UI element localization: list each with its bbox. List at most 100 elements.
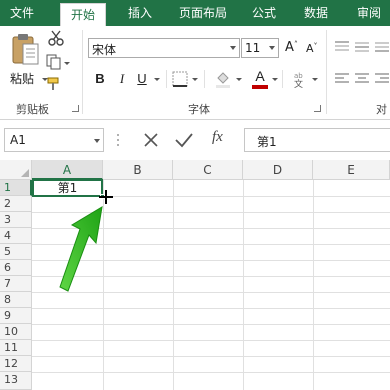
row-header-label: 10 xyxy=(4,325,18,338)
row-header-2[interactable]: 2 xyxy=(0,196,32,212)
chevron-down-icon xyxy=(94,139,100,143)
arrow-icon xyxy=(59,206,103,292)
grow-font-button[interactable]: A˄ xyxy=(285,40,301,58)
row-header-label: 3 xyxy=(4,213,11,226)
row-header-3[interactable]: 3 xyxy=(0,212,32,228)
column-header-label: D xyxy=(272,163,283,177)
tab-file[interactable]: 文件 xyxy=(0,0,44,26)
font-color-swatch xyxy=(252,85,268,89)
bold-icon: B xyxy=(95,71,105,86)
align-bottom-icon[interactable] xyxy=(374,40,390,54)
tab-formulas[interactable]: 公式 xyxy=(244,0,284,26)
column-header-d[interactable]: D xyxy=(243,160,313,180)
font-color-dropdown-icon[interactable] xyxy=(272,78,278,81)
row-header-11[interactable]: 11 xyxy=(0,340,32,356)
phonetic-icon[interactable]: ab 文 xyxy=(292,70,310,88)
gridline xyxy=(32,356,390,357)
column-header-label: A xyxy=(62,163,72,177)
more-options-icon[interactable] xyxy=(116,132,120,148)
divider xyxy=(204,70,205,88)
column-header-a[interactable]: A xyxy=(32,160,103,180)
row-header-label: 6 xyxy=(4,261,11,274)
chevron-down-icon xyxy=(230,46,236,50)
row-header-label: 1 xyxy=(4,181,11,194)
chevron-down-icon xyxy=(269,46,275,50)
font-color-button[interactable]: A xyxy=(252,68,268,90)
row-header-label: 4 xyxy=(4,229,11,242)
paste-label: 粘贴 xyxy=(10,72,35,86)
column-header-label: E xyxy=(347,163,355,177)
row-header-5[interactable]: 5 xyxy=(0,244,32,260)
enter-check-icon[interactable] xyxy=(174,131,194,149)
borders-dropdown-icon[interactable] xyxy=(192,78,198,81)
align-right-icon[interactable] xyxy=(374,72,390,86)
tab-home-label: 开始 xyxy=(70,8,95,22)
row-header-label: 2 xyxy=(4,197,11,210)
row-header-8[interactable]: 8 xyxy=(0,292,32,308)
format-painter-icon[interactable] xyxy=(46,76,62,92)
name-box[interactable]: A1 xyxy=(4,128,104,152)
tab-page-layout[interactable]: 页面布局 xyxy=(172,0,234,26)
svg-text:ab: ab xyxy=(294,72,303,80)
underline-button[interactable]: U xyxy=(134,70,150,88)
tab-data[interactable]: 数据 xyxy=(296,0,336,26)
paste-button[interactable]: 粘贴 xyxy=(8,32,48,92)
cell-a1-value: 第1 xyxy=(57,181,78,195)
tab-insert[interactable]: 插入 xyxy=(120,0,160,26)
formula-input[interactable]: 第1 xyxy=(244,128,390,152)
cancel-icon[interactable] xyxy=(142,131,160,149)
fill-color-icon[interactable] xyxy=(214,70,232,88)
font-color-icon: A xyxy=(255,68,265,84)
cut-icon[interactable] xyxy=(48,30,64,46)
tab-formulas-label: 公式 xyxy=(251,6,276,20)
row-header-10[interactable]: 10 xyxy=(0,324,32,340)
borders-icon[interactable] xyxy=(172,71,188,87)
copy-icon[interactable] xyxy=(46,54,62,70)
font-size-value: 11 xyxy=(245,41,261,55)
tab-file-label: 文件 xyxy=(9,6,34,20)
column-header-e[interactable]: E xyxy=(313,160,390,180)
underline-icon: U xyxy=(137,71,147,86)
clipboard-group-label: 剪贴板 xyxy=(16,103,49,116)
font-size-select[interactable]: 11 xyxy=(241,38,279,58)
tab-review[interactable]: 审阅 xyxy=(348,0,390,26)
tab-data-label: 数据 xyxy=(303,6,328,20)
column-header-c[interactable]: C xyxy=(173,160,243,180)
row-header-12[interactable]: 12 xyxy=(0,356,32,372)
font-name-select[interactable]: 宋体 xyxy=(88,38,240,58)
paste-icon xyxy=(12,34,39,65)
tab-review-label: 审阅 xyxy=(356,6,381,20)
insert-function-button[interactable]: fx xyxy=(212,129,223,146)
clipboard-dialog-launcher[interactable] xyxy=(72,105,79,112)
row-header-9[interactable]: 9 xyxy=(0,308,32,324)
phonetic-dropdown-icon[interactable] xyxy=(312,78,318,81)
row-header-6[interactable]: 6 xyxy=(0,260,32,276)
align-left-icon[interactable] xyxy=(334,72,350,86)
group-separator xyxy=(326,30,327,114)
name-box-value: A1 xyxy=(10,133,26,147)
bold-button[interactable]: B xyxy=(92,70,108,88)
font-dialog-launcher[interactable] xyxy=(314,105,321,112)
align-middle-icon[interactable] xyxy=(354,40,370,54)
tab-page-layout-label: 页面布局 xyxy=(178,6,227,20)
tab-home[interactable]: 开始 xyxy=(60,3,106,28)
underline-dropdown-icon[interactable] xyxy=(154,78,160,81)
align-center-icon[interactable] xyxy=(354,72,370,86)
italic-button[interactable]: I xyxy=(114,70,130,88)
row-header-7[interactable]: 7 xyxy=(0,276,32,292)
align-top-icon[interactable] xyxy=(334,40,350,54)
fx-icon: fx xyxy=(212,129,223,145)
row-header-label: 7 xyxy=(4,277,11,290)
row-header-4[interactable]: 4 xyxy=(0,228,32,244)
column-header-b[interactable]: B xyxy=(103,160,173,180)
copy-dropdown-icon[interactable] xyxy=(64,62,70,65)
row-header-1[interactable]: 1 xyxy=(0,180,32,196)
row-header-label: 11 xyxy=(4,341,18,354)
group-separator xyxy=(82,30,83,114)
row-header-13[interactable]: 13 xyxy=(0,372,32,390)
cell-a1[interactable]: 第1 xyxy=(32,179,103,197)
fill-color-dropdown-icon[interactable] xyxy=(236,78,242,81)
select-all-button[interactable] xyxy=(0,160,32,180)
shrink-font-button[interactable]: A˅ xyxy=(306,42,322,60)
caret-up-icon: ˄ xyxy=(293,40,298,49)
